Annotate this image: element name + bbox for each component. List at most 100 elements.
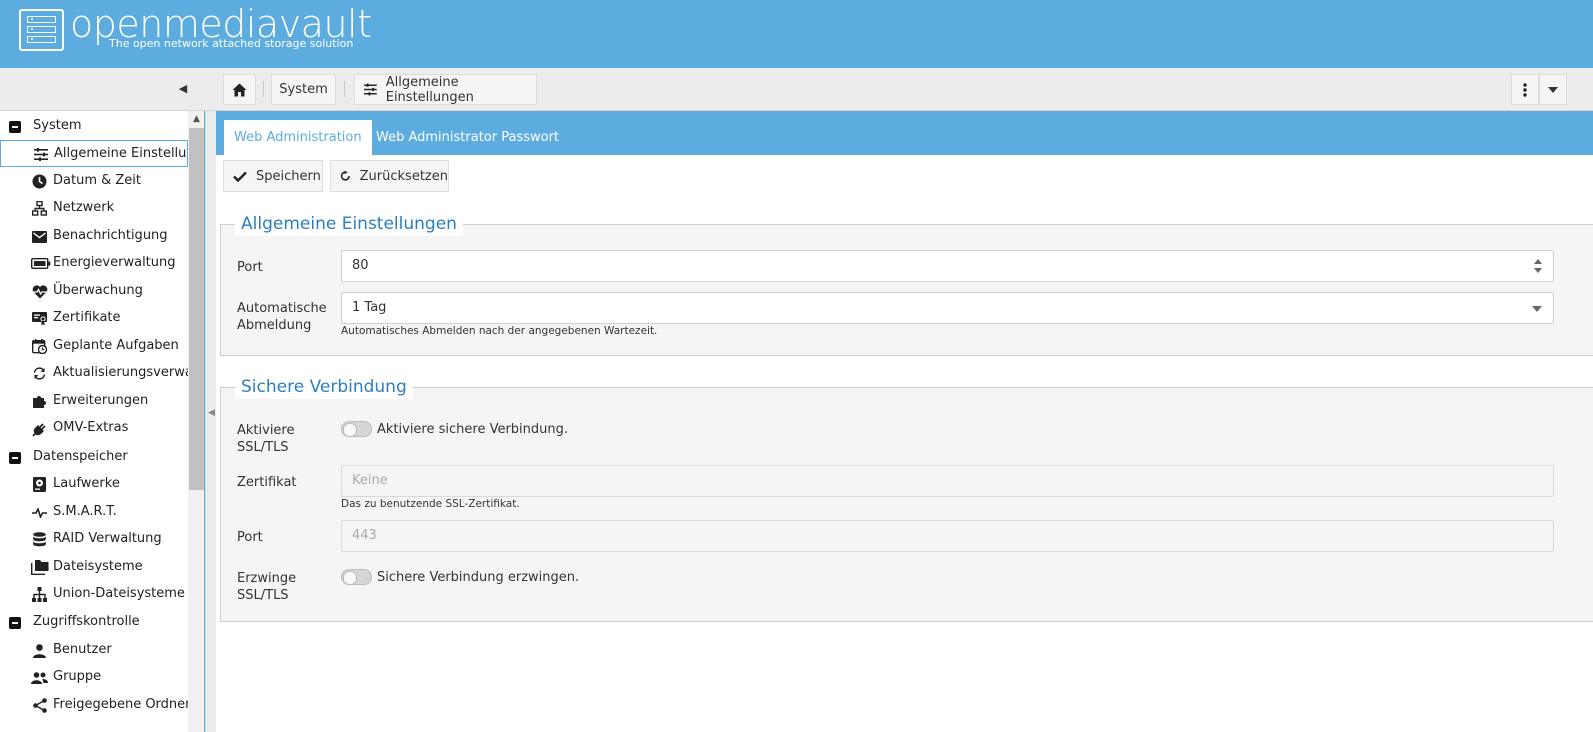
nav-item-label: Union-Dateisysteme (53, 586, 185, 601)
nav-item-omv-extras[interactable]: OMV-Extras (0, 415, 188, 442)
nav-item-allgemeine-einstellungen[interactable]: Allgemeine Einstellungen (0, 140, 188, 167)
share-icon (31, 698, 48, 713)
collapse-sidebar-icon[interactable]: ◀ (176, 82, 190, 96)
nav-item-union-dateisysteme[interactable]: Union-Dateisysteme (0, 581, 188, 608)
ssl-port-placeholder: 443 (352, 528, 377, 543)
nav-item-dateisysteme[interactable]: Dateisysteme (0, 554, 188, 581)
nav-item-laufwerke[interactable]: Laufwerke (0, 471, 188, 498)
auto-logout-select[interactable]: 1 Tag (341, 292, 1554, 324)
nav-item-datum-zeit[interactable]: Datum & Zeit (0, 168, 188, 195)
more-menu-button[interactable] (1511, 74, 1539, 105)
force-ssl-label-line1: Erzwinge (237, 571, 297, 586)
sitemap-icon (31, 587, 48, 602)
auto-logout-hint: Automatisches Abmelden nach der angegebe… (341, 325, 658, 337)
nav-group-zugriffskontrolle[interactable]: Zugriffskontrolle (0, 609, 188, 636)
nav-item-benutzer[interactable]: Benutzer (0, 637, 188, 664)
general-settings-section: Allgemeine Einstellungen Port 80 Automat… (220, 212, 1593, 356)
reset-button[interactable]: Zurücksetzen (330, 160, 449, 192)
tab-web-administration[interactable]: Web Administration (224, 120, 372, 155)
breadcrumb-system[interactable]: System (271, 74, 336, 105)
nav-item-label: Benachrichtigung (53, 228, 168, 243)
auto-logout-label-line1: Automatische (237, 301, 327, 316)
certificate-hint: Das zu benutzende SSL-Zertifikat. (341, 498, 520, 510)
nav-item-freigegebene-ordner[interactable]: Freigegebene Ordner (0, 692, 188, 719)
users-icon (31, 670, 48, 685)
puzzle-icon (31, 394, 48, 409)
nav-item-netzwerk[interactable]: Netzwerk (0, 195, 188, 222)
nav-item-benachrichtigung[interactable]: Benachrichtigung (0, 223, 188, 250)
envelope-icon (31, 229, 48, 244)
home-button[interactable] (223, 74, 256, 105)
plug-icon (31, 421, 48, 437)
caret-down-icon (1532, 306, 1542, 312)
certificate-select[interactable]: Keine (341, 465, 1554, 497)
nav-item-label: Freigegebene Ordner (53, 697, 188, 712)
check-icon (233, 171, 247, 182)
tab-web-administrator-passwort[interactable]: Web Administrator Passwort (366, 120, 569, 155)
harddisk-icon (31, 477, 48, 492)
scrollbar-thumb[interactable] (189, 128, 204, 490)
scroll-up-arrow-icon[interactable]: ▲ (188, 111, 204, 128)
ssl-label-line2: SSL/TLS (237, 440, 289, 455)
heartbeat-icon (31, 284, 48, 299)
save-button-label: Speichern (256, 168, 321, 184)
nav-item-label: Aktualisierungsverwaltung (53, 365, 188, 380)
ssl-port-input[interactable]: 443 (341, 520, 1554, 552)
app-header: openmediavault The open network attached… (0, 0, 1593, 68)
network-icon (31, 201, 48, 216)
ssl-label: Aktiviere SSL/TLS (237, 422, 295, 456)
breadcrumb-system-label: System (279, 82, 328, 97)
battery-icon (31, 256, 51, 271)
nav-item-zertifikate[interactable]: Zertifikate (0, 305, 188, 332)
folders-icon (31, 560, 49, 575)
nav-item-ueberwachung[interactable]: Überwachung (0, 278, 188, 305)
sidebar-splitter[interactable]: ◀ (205, 111, 216, 732)
user-dropdown-button[interactable] (1539, 74, 1567, 105)
breadcrumb-toolbar: ◀ System Allgemeine Einstellungen (0, 68, 1593, 111)
nav-item-smart[interactable]: S.M.A.R.T. (0, 499, 188, 526)
nav-item-erweiterungen[interactable]: Erweiterungen (0, 388, 188, 415)
force-ssl-label: Erzwinge SSL/TLS (237, 570, 296, 604)
server-logo-icon (19, 9, 64, 51)
home-icon (232, 83, 247, 96)
nav-item-label: Dateisysteme (53, 559, 143, 574)
kebab-menu-icon (1523, 82, 1527, 97)
breadcrumb-page-label: Allgemeine Einstellungen (385, 74, 474, 105)
auto-logout-label-line2: Abmeldung (237, 318, 312, 333)
collapse-icon[interactable] (9, 121, 21, 133)
nav-group-datenspeicher[interactable]: Datenspeicher (0, 444, 188, 471)
nav-item-gruppe[interactable]: Gruppe (0, 664, 188, 691)
auto-logout-value: 1 Tag (352, 300, 387, 315)
ssl-label-line1: Aktiviere (237, 423, 295, 438)
collapse-icon[interactable] (9, 452, 21, 464)
spinner-arrows-icon[interactable] (1533, 257, 1543, 275)
caret-down-icon (1548, 86, 1558, 93)
ssl-port-label: Port (237, 530, 263, 545)
nav-item-label: Überwachung (53, 283, 143, 298)
nav-group-system[interactable]: System (0, 113, 188, 140)
secure-connection-section: Sichere Verbindung Aktiviere SSL/TLS Akt… (220, 375, 1593, 622)
tab-bar: Web Administration Web Administrator Pas… (216, 111, 1593, 155)
sidebar-scrollbar[interactable]: ▲ (188, 111, 204, 732)
nav-item-energieverwaltung[interactable]: Energieverwaltung (0, 250, 188, 277)
sliders-icon (32, 147, 49, 162)
nav-item-label: Zertifikate (53, 310, 121, 325)
collapse-icon[interactable] (9, 617, 21, 629)
save-button[interactable]: Speichern (223, 160, 323, 192)
nav-item-aktualisierungsverwaltung[interactable]: Aktualisierungsverwaltung (0, 360, 188, 387)
force-ssl-toggle[interactable] (341, 569, 372, 585)
nav-item-label: Laufwerke (53, 476, 120, 491)
nav-item-label: Benutzer (53, 642, 112, 657)
nav-item-label: Erweiterungen (53, 393, 149, 408)
brand-tagline: The open network attached storage soluti… (109, 37, 354, 50)
nav-item-label: Energieverwaltung (53, 255, 176, 270)
nav-group-label: System (33, 118, 82, 133)
refresh-icon (31, 366, 48, 381)
nav-item-raid-verwaltung[interactable]: RAID Verwaltung (0, 526, 188, 553)
port-input[interactable]: 80 (341, 250, 1554, 282)
nav-item-geplante-aufgaben[interactable]: Geplante Aufgaben (0, 333, 188, 360)
breadcrumb-current-page[interactable]: Allgemeine Einstellungen (354, 74, 537, 105)
certificate-icon (31, 311, 48, 326)
ssl-toggle[interactable] (341, 421, 372, 437)
collapse-arrow-icon[interactable]: ◀ (208, 408, 215, 418)
